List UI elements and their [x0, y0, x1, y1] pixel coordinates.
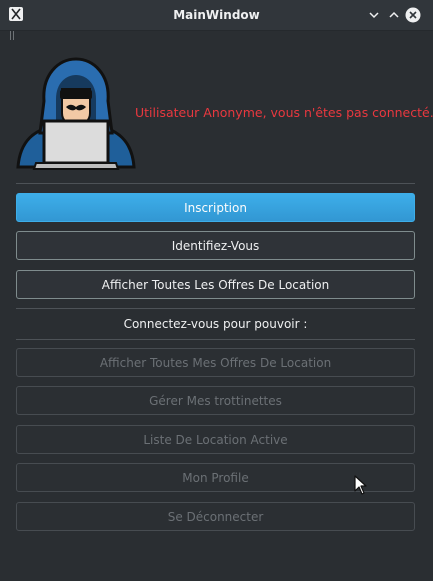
inscription-button[interactable]: Inscription — [16, 193, 415, 222]
close-icon[interactable] — [405, 7, 421, 23]
central-widget: Utilisateur Anonyme, vous n'êtes pas con… — [0, 41, 433, 581]
separator-line — [16, 183, 415, 184]
show-all-offers-button[interactable]: Afficher Toutes Les Offres De Location — [16, 270, 415, 299]
maximize-icon[interactable] — [386, 7, 402, 23]
anonymous-user-warning: Utilisateur Anonyme, vous n'êtes pas con… — [135, 105, 433, 120]
my-offers-button[interactable]: Afficher Toutes Mes Offres De Location — [16, 348, 415, 377]
mouse-cursor-icon — [354, 475, 368, 496]
connect-prompt-label: Connectez-vous pour pouvoir : — [123, 317, 308, 331]
separator-line — [16, 339, 415, 340]
identify-button[interactable]: Identifiez-Vous — [16, 231, 415, 260]
logout-button[interactable]: Se Déconnecter — [16, 502, 415, 531]
manage-scooters-button[interactable]: Gérer Mes trottinettes — [16, 386, 415, 415]
hooded-hacker-icon — [14, 55, 138, 173]
window-titlebar[interactable]: MainWindow — [0, 0, 433, 31]
active-rentals-button[interactable]: Liste De Location Active — [16, 425, 415, 454]
toolbar-grip-handle[interactable] — [10, 31, 14, 40]
minimize-icon[interactable] — [366, 7, 382, 23]
separator-line — [16, 308, 415, 309]
